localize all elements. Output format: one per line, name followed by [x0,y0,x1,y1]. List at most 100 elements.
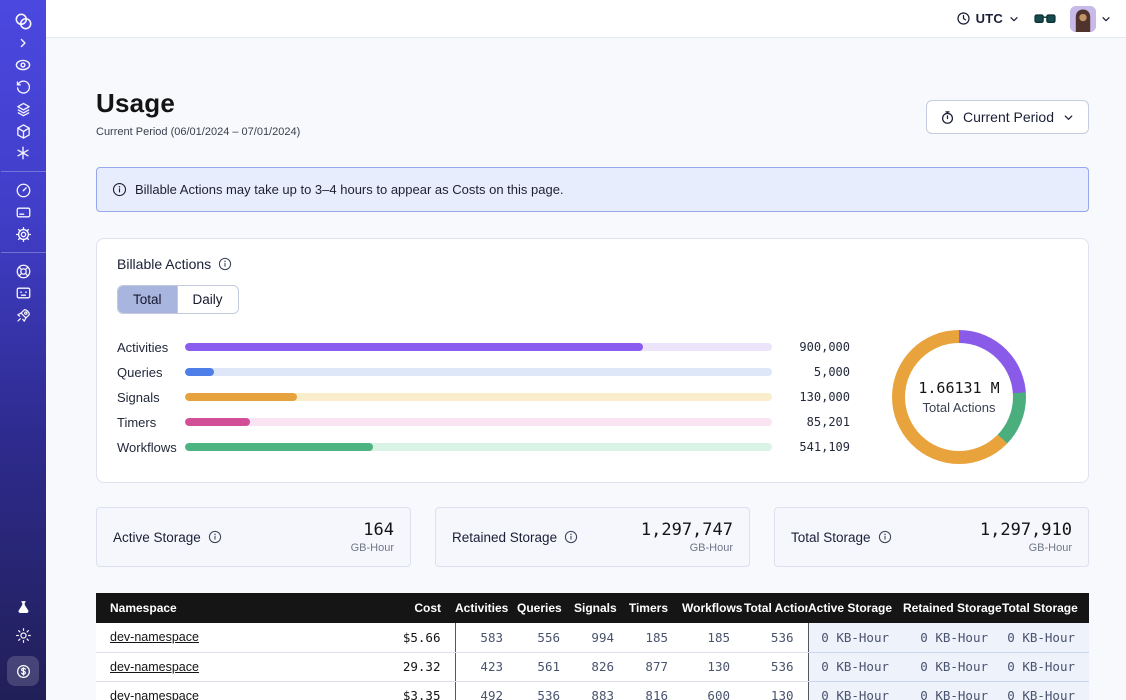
chevron-down-icon [1008,13,1020,25]
namespace-link[interactable]: dev-namespace [110,630,199,644]
total-storage-value: 1,297,910 [980,520,1072,540]
cost-cell: $5.66 [355,623,455,652]
total-actions-cell: 536 [744,623,808,652]
chevron-right-icon [16,36,30,50]
info-icon[interactable] [208,530,222,544]
sidebar-collapse-toggle[interactable] [0,32,46,54]
namespace-link[interactable]: dev-namespace [110,689,199,700]
sidebar-item-namespaces[interactable] [0,54,46,76]
info-icon[interactable] [564,530,578,544]
col-workflows: Workflows [682,593,744,623]
retained-storage-label: Retained Storage [452,530,557,545]
tab-daily[interactable]: Daily [177,286,238,313]
signals-cell: 826 [574,652,628,681]
bar-value: 5,000 [786,365,850,379]
sidebar-item-settings[interactable] [0,223,46,245]
monitor-icon [15,285,32,302]
sidebar-item-usage-dashboard[interactable] [0,179,46,201]
retained-storage-unit: GB-Hour [641,542,733,554]
active-storage-card: Active Storage 164 GB-Hour [96,507,411,567]
info-icon [112,182,127,197]
flask-icon [15,599,32,616]
col-active-storage: Active Storage [808,593,903,623]
donut-chart: 1.66131 M Total Actions [892,330,1026,464]
workflows-cell: 130 [682,652,744,681]
page-subtitle: Current Period (06/01/2024 – 07/01/2024) [96,126,300,138]
sidebar-item-usage-active[interactable] [0,654,46,688]
activities-cell: 583 [455,623,517,652]
retained-storage-card: Retained Storage 1,297,747 GB-Hour [435,507,750,567]
total-daily-toggle: Total Daily [117,285,239,314]
info-banner: Billable Actions may take up to 3–4 hour… [96,167,1089,212]
total-storage-cell: 0 KB-Hour [1002,681,1089,700]
bar-value: 900,000 [786,340,850,354]
asterisk-icon [15,145,31,161]
sidebar-divider [1,252,46,253]
chevron-down-icon [1062,111,1075,124]
sidebar-item-theme-toggle[interactable] [0,624,46,646]
col-cost: Cost [355,593,455,623]
bar-label: Workflows [117,440,185,455]
cost-cell: 29.32 [355,652,455,681]
sidebar-item-docs[interactable] [0,282,46,304]
cost-cell: $3.35 [355,681,455,700]
table-header-row: Namespace Cost Activities Queries Signal… [96,593,1089,623]
bar-row-queries: Queries 5,000 [117,360,850,385]
activities-cell: 492 [455,681,517,700]
total-actions-cell: 130 [744,681,808,700]
namespace-usage-table: Namespace Cost Activities Queries Signal… [96,593,1089,700]
period-selector-button[interactable]: Current Period [926,100,1089,134]
activities-cell: 423 [455,652,517,681]
timers-cell: 816 [628,681,682,700]
sidebar-item-layers[interactable] [0,98,46,120]
sidebar-item-billing[interactable] [0,201,46,223]
timezone-selector[interactable]: UTC [956,11,1020,26]
user-menu[interactable] [1070,6,1112,32]
table-row: dev-namespace 29.32 423 561 826 877 130 … [96,652,1089,681]
info-icon[interactable] [878,530,892,544]
bar-row-workflows: Workflows 541,109 [117,435,850,460]
col-total-storage: Total Storage [1002,593,1089,623]
total-storage-unit: GB-Hour [980,542,1072,554]
page-title: Usage [96,88,300,119]
bar-label: Timers [117,415,185,430]
feedback-button[interactable] [1034,11,1056,27]
workflows-cell: 185 [682,623,744,652]
sidebar-item-support[interactable] [0,260,46,282]
bar-label: Queries [117,365,185,380]
namespace-link[interactable]: dev-namespace [110,660,199,674]
sidebar-item-getting-started[interactable] [0,304,46,326]
avatar [1070,6,1096,32]
bar-fill [185,443,373,451]
signals-cell: 994 [574,623,628,652]
queries-cell: 561 [517,652,574,681]
timers-cell: 185 [628,623,682,652]
bar-track [185,443,772,451]
active-storage-value: 164 [351,520,394,540]
cube-icon [15,123,32,140]
bar-track [185,418,772,426]
bar-label: Activities [117,340,185,355]
billable-actions-chart: Activities 900,000 Queries 5,000 Signals… [117,330,1068,464]
bar-value: 130,000 [786,390,850,404]
tab-total[interactable]: Total [118,286,177,313]
namespaces-icon [14,56,32,74]
col-total-actions: Total Actions [744,593,808,623]
bar-value: 541,109 [786,440,850,454]
sidebar-item-deployments[interactable] [0,120,46,142]
sidebar-item-labs[interactable] [0,596,46,618]
retained-storage-cell: 0 KB-Hour [903,652,1002,681]
sidebar-item-schedules[interactable] [0,76,46,98]
bar-fill [185,418,250,426]
sidebar-item-batch[interactable] [0,142,46,164]
bar-fill [185,343,643,351]
col-signals: Signals [574,593,628,623]
sidebar-item-home[interactable] [0,10,46,32]
col-queries: Queries [517,593,574,623]
col-timers: Timers [628,593,682,623]
bar-fill [185,393,297,401]
retained-storage-cell: 0 KB-Hour [903,623,1002,652]
timezone-label: UTC [976,11,1003,26]
info-icon[interactable] [218,257,232,271]
info-banner-text: Billable Actions may take up to 3–4 hour… [135,182,564,197]
